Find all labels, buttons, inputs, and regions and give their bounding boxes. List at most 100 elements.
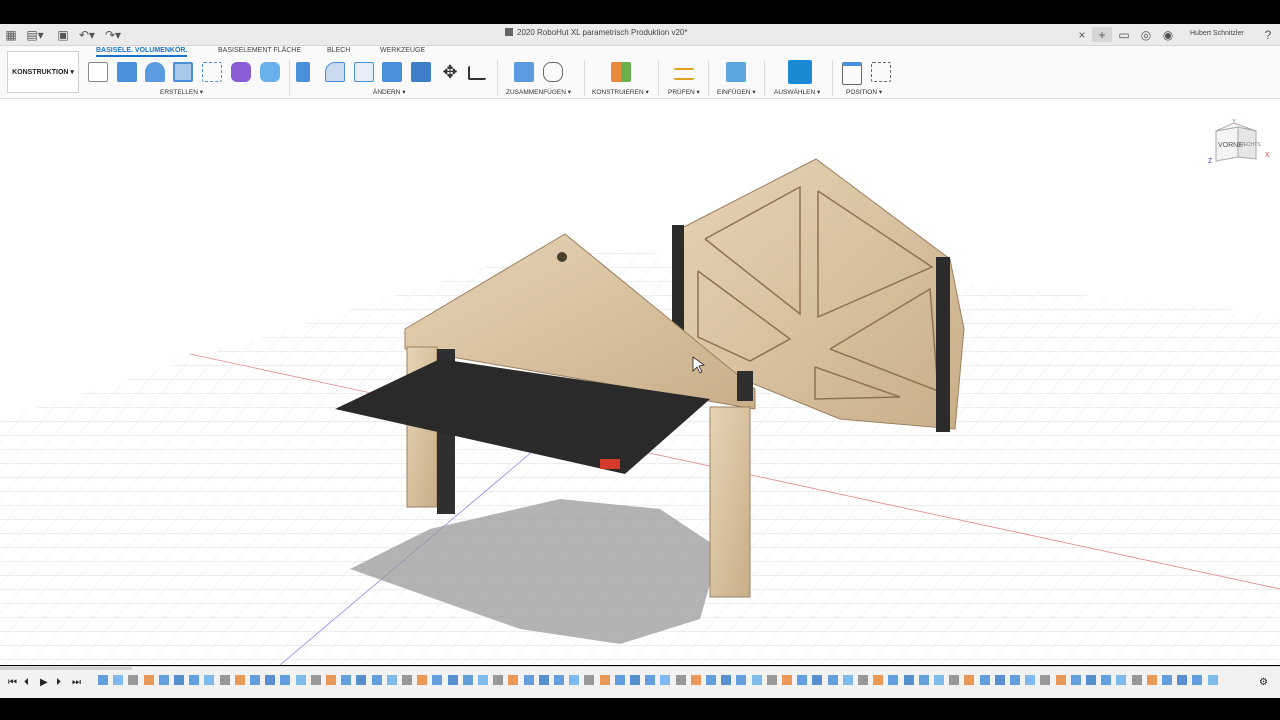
timeline-scrollbar[interactable]	[0, 667, 132, 670]
group-assemble[interactable]: ZUSAMMENFÜGEN ▾	[506, 88, 571, 96]
shell-icon[interactable]	[382, 62, 402, 82]
timeline-feature-icon[interactable]	[614, 675, 625, 685]
tab-tools[interactable]: WERKZEUGE	[380, 47, 425, 54]
group-select[interactable]: AUSWÄHLEN ▾	[774, 88, 820, 96]
go-to-start-icon[interactable]: ⏮	[8, 677, 17, 688]
timeline-feature-icon[interactable]	[280, 675, 291, 685]
apps-grid-icon[interactable]: ▦	[5, 27, 17, 42]
hole-icon[interactable]	[173, 62, 193, 82]
chamfer-icon[interactable]	[354, 62, 374, 82]
align-icon[interactable]	[468, 66, 486, 80]
timeline-feature-icon[interactable]	[1010, 675, 1020, 685]
job-status-icon[interactable]: ▭	[1118, 27, 1130, 42]
document-tab[interactable]: 2020 RoboHut XL parametrisch Produktion …	[505, 28, 687, 37]
select-icon[interactable]	[788, 60, 812, 84]
group-insert[interactable]: EINFÜGEN ▾	[717, 88, 756, 96]
view-cube[interactable]: VORNE RECHTS X Y Z	[1208, 119, 1274, 174]
timeline-feature-icon[interactable]	[949, 675, 960, 685]
group-inspect[interactable]: PRÜFEN ▾	[668, 88, 700, 96]
offset-plane-icon[interactable]	[611, 62, 631, 82]
timeline-feature-icon[interactable]	[1116, 675, 1127, 685]
combine-icon[interactable]	[411, 62, 431, 82]
timeline-feature-icon[interactable]	[204, 675, 215, 685]
new-tab-button[interactable]: +	[1092, 27, 1112, 42]
insert-image-icon[interactable]	[726, 62, 746, 82]
group-create[interactable]: ERSTELLEN ▾	[160, 88, 203, 96]
timeline-feature-icon[interactable]	[979, 675, 990, 685]
timeline-feature-icon[interactable]	[1131, 675, 1142, 685]
user-name[interactable]: Hubert Schnitzler	[1190, 30, 1244, 37]
timeline-feature-icon[interactable]	[797, 675, 808, 685]
timeline-feature-icon[interactable]	[250, 675, 260, 685]
tab-surface[interactable]: BASISELEMENT FLÄCHE	[218, 47, 301, 54]
timeline-feature-icon[interactable]	[782, 675, 792, 685]
timeline-feature-icon[interactable]	[508, 675, 519, 685]
timeline-feature-icon[interactable]	[1040, 675, 1051, 685]
timeline-feature-icon[interactable]	[341, 675, 352, 685]
timeline-feature-icon[interactable]	[356, 675, 367, 685]
redo-icon[interactable]: ↷▾	[104, 27, 122, 42]
revolve-icon[interactable]	[145, 62, 165, 82]
timeline-feature-icon[interactable]	[569, 675, 580, 685]
new-component-icon[interactable]	[514, 62, 534, 82]
help-icon[interactable]: ?	[1262, 27, 1274, 42]
cylinder-icon[interactable]	[260, 62, 280, 82]
timeline-feature-icon[interactable]	[660, 675, 671, 685]
step-back-icon[interactable]: ⏴	[24, 677, 29, 688]
timeline-feature-icon[interactable]	[1192, 675, 1203, 685]
timeline-feature-icon[interactable]	[143, 675, 154, 685]
viewport-canvas[interactable]: VORNE RECHTS X Y Z	[0, 99, 1280, 665]
undo-icon[interactable]: ↶▾	[78, 27, 96, 42]
timeline-feature-icon[interactable]	[478, 675, 488, 685]
timeline-feature-icon[interactable]	[584, 675, 595, 685]
timeline-feature-icon[interactable]	[523, 675, 534, 685]
timeline-feature-icon[interactable]	[265, 675, 276, 685]
timeline-feature-icon[interactable]	[888, 675, 899, 685]
fillet-icon[interactable]	[325, 62, 345, 82]
pattern-icon[interactable]	[202, 62, 222, 82]
timeline-feature-icon[interactable]	[371, 675, 382, 685]
capture-position-icon[interactable]	[842, 62, 862, 85]
timeline-feature-icon[interactable]	[417, 675, 428, 685]
timeline-feature-icon[interactable]	[858, 675, 868, 685]
timeline-feature-icon[interactable]	[1177, 675, 1188, 685]
timeline-feature-icon[interactable]	[934, 675, 944, 685]
timeline-feature-icon[interactable]	[751, 675, 762, 685]
close-tab-button[interactable]: ×	[1076, 27, 1088, 42]
timeline-feature-icon[interactable]	[721, 675, 732, 685]
timeline-feature-icon[interactable]	[493, 675, 504, 685]
group-modify[interactable]: ÄNDERN ▾	[373, 88, 406, 96]
timeline-feature-icon[interactable]	[538, 675, 549, 685]
timeline-feature-icon[interactable]	[903, 675, 914, 685]
timeline-feature-icon[interactable]	[827, 675, 838, 685]
measure-icon[interactable]	[674, 68, 694, 80]
timeline-feature-icon[interactable]	[1025, 675, 1036, 685]
timeline-feature-icon[interactable]	[462, 675, 473, 685]
timeline-feature-icon[interactable]	[873, 675, 884, 685]
press-pull-icon[interactable]	[296, 62, 310, 82]
timeline-feature-icon[interactable]	[994, 675, 1005, 685]
timeline-feature-icon[interactable]	[402, 675, 412, 685]
timeline-feature-icon[interactable]	[234, 675, 245, 685]
timeline-feature-icon[interactable]	[964, 675, 975, 685]
timeline-feature-icon[interactable]	[1070, 675, 1081, 685]
timeline-feature-icon[interactable]	[1162, 675, 1172, 685]
timeline-feature-icon[interactable]	[326, 675, 336, 685]
timeline-feature-icon[interactable]	[128, 675, 139, 685]
timeline-feature-icon[interactable]	[174, 675, 184, 685]
timeline-feature-icon[interactable]	[706, 675, 716, 685]
timeline-feature-icon[interactable]	[1086, 675, 1096, 685]
joint-icon[interactable]	[543, 62, 563, 82]
timeline-feature-icon[interactable]	[1207, 675, 1218, 685]
group-construct[interactable]: KONSTRUIEREN ▾	[592, 88, 649, 96]
timeline-feature-icon[interactable]	[219, 675, 230, 685]
timeline-feature-icon[interactable]	[599, 675, 610, 685]
timeline-feature-icon[interactable]	[432, 675, 443, 685]
timeline-feature-icon[interactable]	[675, 675, 686, 685]
timeline-feature-icon[interactable]	[645, 675, 656, 685]
timeline-feature-icon[interactable]	[1146, 675, 1157, 685]
form-icon[interactable]	[231, 62, 251, 82]
play-icon[interactable]: ▶	[40, 677, 48, 688]
refresh-icon[interactable]: ◎	[1140, 27, 1152, 42]
timeline-feature-icon[interactable]	[918, 675, 929, 685]
